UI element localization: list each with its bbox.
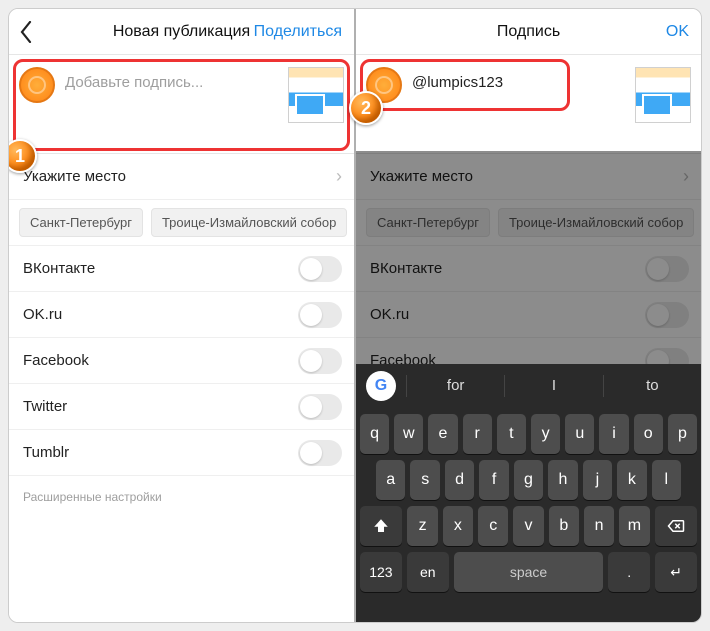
key[interactable]: v [513, 506, 543, 546]
key[interactable]: k [617, 460, 646, 500]
caption-row[interactable]: Добавьте подпись... [9, 55, 354, 153]
post-thumbnail[interactable] [635, 67, 691, 123]
key[interactable]: d [445, 460, 474, 500]
chevron-right-icon: › [336, 166, 342, 187]
key[interactable]: a [376, 460, 405, 500]
key[interactable]: t [497, 414, 526, 454]
key[interactable]: c [478, 506, 508, 546]
chip[interactable]: Троице-Измайловский собор [151, 208, 347, 237]
key[interactable]: j [583, 460, 612, 500]
header-title: Новая публикация [113, 23, 250, 41]
location-row[interactable]: Укажите место › [9, 154, 354, 200]
share-button[interactable]: Поделиться [254, 23, 342, 41]
key[interactable]: s [410, 460, 439, 500]
key[interactable]: g [514, 460, 543, 500]
post-thumbnail[interactable] [288, 67, 344, 123]
phone-right: Подпись OK @lumpics123 Укажите место › С… [356, 9, 701, 622]
network-row[interactable]: Facebook [9, 338, 354, 384]
advanced-settings[interactable]: Расширенные настройки [9, 476, 354, 518]
key[interactable]: z [407, 506, 437, 546]
period-key[interactable]: . [608, 552, 650, 592]
key[interactable]: w [394, 414, 423, 454]
key[interactable]: y [531, 414, 560, 454]
suggestion-bar: G for I to [356, 364, 701, 408]
toggle[interactable] [298, 348, 342, 374]
step-marker-2: 2 [349, 91, 383, 125]
chevron-right-icon: › [683, 166, 689, 187]
back-icon[interactable] [19, 21, 33, 43]
caption-row[interactable]: @lumpics123 [356, 55, 701, 153]
header-title: Подпись [497, 23, 560, 41]
keyboard: G for I to q w e r t y u i o p a s d [356, 364, 701, 622]
caption-input[interactable]: @lumpics123 [412, 67, 629, 91]
chip[interactable]: Троице-Измайловский собор [498, 208, 694, 237]
key[interactable]: b [549, 506, 579, 546]
chip[interactable]: Санкт-Петербург [366, 208, 490, 237]
toggle[interactable] [298, 256, 342, 282]
suggestion[interactable]: I [504, 375, 602, 397]
header: Подпись OK [356, 9, 701, 55]
space-key[interactable]: space [454, 552, 604, 592]
lang-key[interactable]: en [407, 552, 449, 592]
toggle[interactable] [298, 302, 342, 328]
network-row[interactable]: Twitter [9, 384, 354, 430]
backspace-key[interactable] [655, 506, 697, 546]
avatar [19, 67, 55, 103]
key[interactable]: n [584, 506, 614, 546]
key[interactable]: m [619, 506, 649, 546]
header: Новая публикация Поделиться [9, 9, 354, 55]
google-icon[interactable]: G [366, 371, 396, 401]
key[interactable]: p [668, 414, 697, 454]
network-row[interactable]: OK.ru [9, 292, 354, 338]
toggle[interactable] [645, 302, 689, 328]
suggestion[interactable]: to [603, 375, 701, 397]
chip[interactable]: Санкт-Петербург [19, 208, 143, 237]
phone-left: Новая публикация Поделиться Добавьте под… [9, 9, 354, 622]
location-label: Укажите место [23, 168, 126, 185]
ok-button[interactable]: OK [666, 23, 689, 41]
toggle[interactable] [645, 256, 689, 282]
toggle[interactable] [298, 394, 342, 420]
network-row[interactable]: OK.ru [356, 292, 701, 338]
location-row[interactable]: Укажите место › [356, 154, 701, 200]
key[interactable]: r [463, 414, 492, 454]
network-row[interactable]: ВКонтакте [356, 246, 701, 292]
network-row[interactable]: ВКонтакте [9, 246, 354, 292]
key[interactable]: o [634, 414, 663, 454]
location-label: Укажите место [370, 168, 473, 185]
shift-key[interactable] [360, 506, 402, 546]
key[interactable]: x [443, 506, 473, 546]
key[interactable]: q [360, 414, 389, 454]
key[interactable]: i [599, 414, 628, 454]
toggle[interactable] [298, 440, 342, 466]
key[interactable]: e [428, 414, 457, 454]
key[interactable]: u [565, 414, 594, 454]
enter-key[interactable]: ↵ [655, 552, 697, 592]
location-chips: Санкт-Петербург Троице-Измайловский собо… [9, 200, 354, 246]
key[interactable]: f [479, 460, 508, 500]
location-chips: Санкт-Петербург Троице-Измайловский собо… [356, 200, 701, 246]
key[interactable]: h [548, 460, 577, 500]
suggestion[interactable]: for [406, 375, 504, 397]
numbers-key[interactable]: 123 [360, 552, 402, 592]
network-row[interactable]: Tumblr [9, 430, 354, 476]
key[interactable]: l [652, 460, 681, 500]
caption-placeholder[interactable]: Добавьте подпись... [65, 67, 282, 91]
